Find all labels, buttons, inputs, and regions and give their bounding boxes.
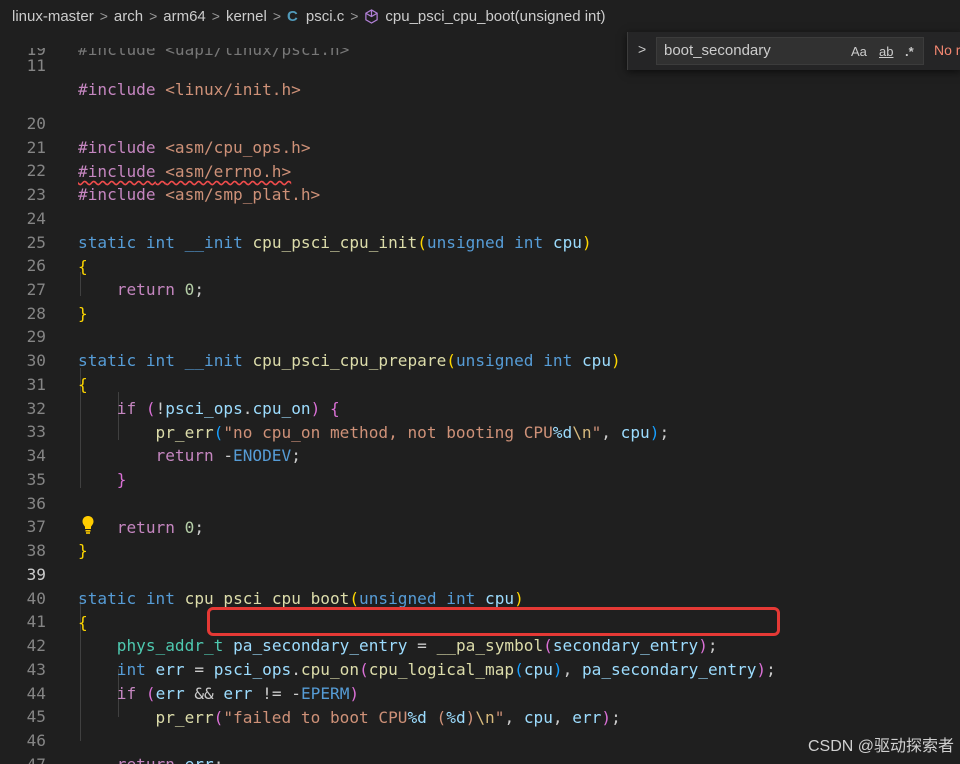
code-line: 24 static int __init cpu_psci_cpu_init(u… — [0, 183, 960, 252]
code-line: 21 #include <asm/errno.h> — [0, 112, 960, 181]
breadcrumb-item-file[interactable]: psci.c — [306, 8, 344, 25]
breadcrumb-separator: > — [350, 8, 359, 24]
code-text: #include <uapi/linux/psci.h> — [78, 48, 350, 59]
toggle-replace-chevron-icon[interactable]: > — [638, 41, 646, 57]
breadcrumb-item-arm64[interactable]: arm64 — [163, 8, 206, 25]
code-line: 33 return -ENODEV; — [0, 396, 960, 465]
code-line: 36 return 0; — [0, 468, 960, 537]
find-input[interactable]: boot_secondary Aa ab .* — [656, 37, 924, 65]
cube-method-icon — [364, 8, 379, 24]
code-line: 38 — [0, 515, 960, 560]
match-case-button[interactable]: Aa — [851, 44, 867, 59]
code-line: 32 pr_err("no cpu_on method, not booting… — [0, 373, 960, 442]
code-line: 34 } — [0, 420, 960, 489]
line-number: 19 — [26, 48, 46, 59]
code-line: 30 { — [0, 325, 960, 394]
find-input-value: boot_secondary — [664, 42, 771, 59]
code-line: 46 return err; — [0, 705, 960, 764]
breadcrumb-item-symbol[interactable]: cpu_psci_cpu_boot(unsigned int) — [385, 8, 605, 25]
code-line: 26 return 0; — [0, 230, 960, 299]
annotation-highlight-box — [207, 607, 780, 636]
code-line: 27 } — [0, 254, 960, 323]
lightbulb-icon[interactable] — [81, 515, 95, 539]
code-line: 40 { — [0, 563, 960, 632]
breadcrumb-item-arch[interactable]: arch — [114, 8, 143, 25]
breadcrumb-item-root[interactable]: linux-master — [12, 8, 94, 25]
breadcrumb-item-kernel[interactable]: kernel — [226, 8, 267, 25]
breadcrumb: linux-master > arch > arm64 > kernel > C… — [0, 0, 960, 32]
find-result-status: No r — [934, 42, 960, 58]
regex-button[interactable]: .* — [905, 44, 914, 59]
code-line-active: 39 static int cpu_psci_cpu_boot(unsigned… — [0, 539, 960, 608]
breadcrumb-separator: > — [272, 8, 282, 24]
code-line: 25 { — [0, 207, 960, 276]
breadcrumb-separator: > — [211, 8, 220, 24]
code-line: 43 if (err && err != -EPERM) — [0, 634, 960, 703]
breadcrumb-separator: > — [149, 8, 158, 24]
code-line: 20 #include <asm/cpu_ops.h> — [0, 88, 960, 157]
code-line: 44 pr_err("failed to boot CPU%d (%d)\n",… — [0, 658, 960, 727]
code-line: 31 if (!psci_ops.cpu_on) { — [0, 349, 960, 418]
code-line: 28 — [0, 278, 960, 323]
code-line: 45 — [0, 681, 960, 726]
code-line: 37 } — [0, 491, 960, 560]
code-line: 29 static int __init cpu_psci_cpu_prepar… — [0, 301, 960, 370]
find-widget: > boot_secondary Aa ab .* No r — [627, 32, 960, 70]
whole-word-button[interactable]: ab — [879, 44, 893, 59]
code-line: 22 #include <asm/smp_plat.h> — [0, 135, 960, 204]
code-editor[interactable]: 11 #include <linux/init.h> 19 #include <… — [0, 32, 960, 764]
c-file-icon: C — [287, 7, 298, 25]
code-line: 23 — [0, 159, 960, 204]
breadcrumb-separator: > — [99, 8, 108, 24]
code-line: 35 — [0, 444, 960, 489]
watermark: CSDN @驱动探索者 — [807, 738, 954, 755]
